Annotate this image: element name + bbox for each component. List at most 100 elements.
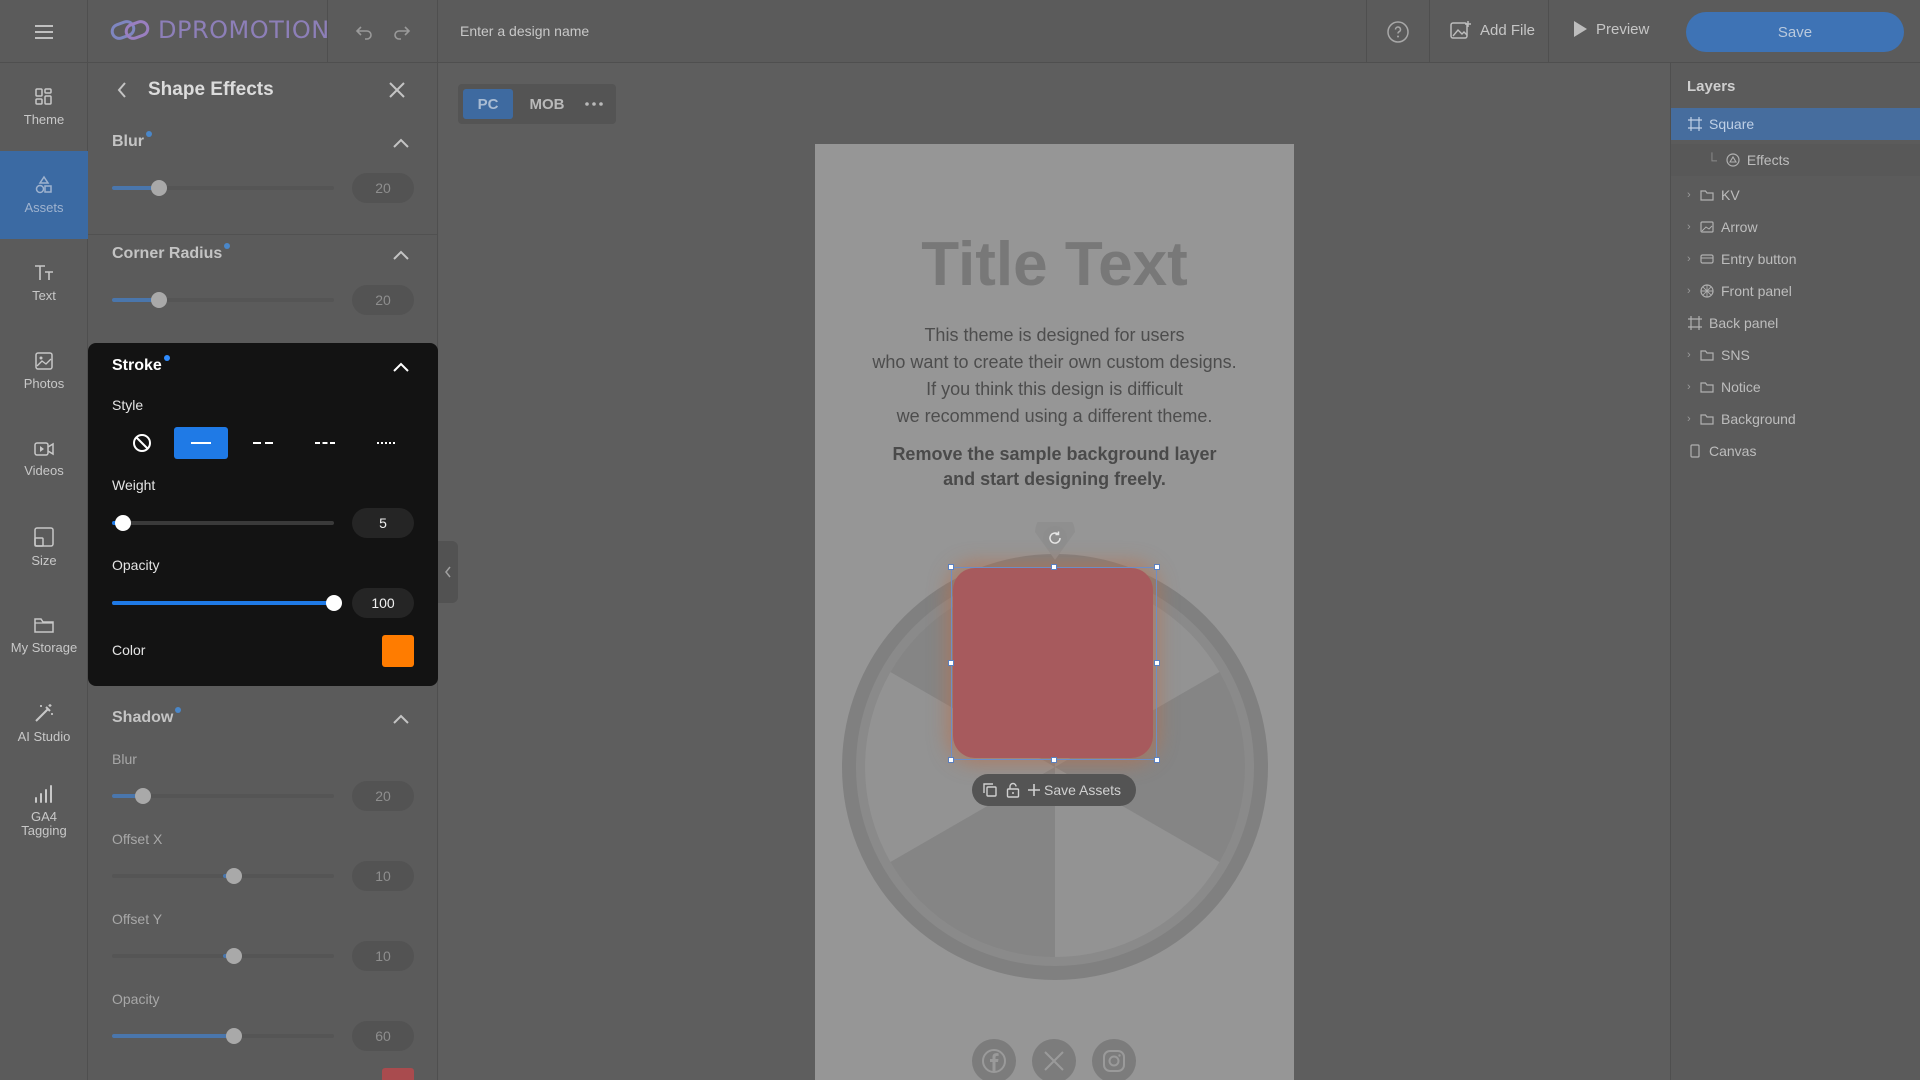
layer-sns[interactable]: › SNS — [1671, 339, 1920, 371]
nav-item-size[interactable]: Size — [0, 503, 88, 591]
chevron-up-icon[interactable] — [392, 361, 410, 373]
chevron-right-icon[interactable]: › — [1687, 413, 1699, 425]
shadow-opacity-slider[interactable] — [112, 1028, 334, 1044]
title-text[interactable]: Title Text — [815, 229, 1294, 300]
chevron-right-icon[interactable]: › — [1687, 285, 1699, 297]
layer-canvas[interactable]: Canvas — [1671, 435, 1920, 467]
chevron-right-icon[interactable]: › — [1687, 221, 1699, 233]
artboard[interactable]: Title Text This theme is designed for us… — [815, 144, 1294, 1080]
nav-item-my-storage[interactable]: My Storage — [0, 591, 88, 679]
nav-item-assets[interactable]: Assets — [0, 151, 88, 239]
chevron-up-icon[interactable] — [392, 713, 410, 725]
layer-kv[interactable]: › KV — [1671, 179, 1920, 211]
layer-arrow[interactable]: › Arrow — [1671, 211, 1920, 243]
device-mob-button[interactable]: MOB — [522, 89, 572, 119]
brand-logo[interactable]: DPROMOTION — [110, 16, 330, 44]
stroke-weight-slider[interactable] — [112, 515, 334, 531]
layer-entry-button[interactable]: › Entry button — [1671, 243, 1920, 275]
stroke-style-solid-button[interactable] — [174, 427, 228, 459]
duplicate-icon[interactable] — [982, 782, 998, 798]
resize-handle[interactable] — [1154, 660, 1160, 666]
shadow-color-swatch[interactable] — [382, 1068, 414, 1080]
hamburger-menu-button[interactable] — [0, 0, 88, 63]
shadow-opacity-value[interactable]: 60 — [352, 1021, 414, 1051]
layer-square[interactable]: Square — [1671, 108, 1920, 140]
slider-handle[interactable] — [226, 868, 243, 884]
shadow-section-title: Shadow — [112, 707, 182, 727]
shadow-offset-x-value[interactable]: 10 — [352, 861, 414, 891]
stroke-style-none-button[interactable] — [115, 427, 169, 459]
layer-back-panel[interactable]: Back panel — [1671, 307, 1920, 339]
resize-handle[interactable] — [1051, 757, 1057, 763]
nav-item-videos[interactable]: Videos — [0, 415, 88, 503]
resize-handle[interactable] — [948, 564, 954, 570]
stroke-color-swatch[interactable] — [382, 635, 414, 667]
layer-background[interactable]: › Background — [1671, 403, 1920, 435]
blur-value[interactable]: 20 — [352, 173, 414, 203]
layer-effects[interactable]: └ Effects — [1671, 144, 1920, 176]
unlock-icon[interactable] — [1006, 782, 1020, 798]
more-options-button[interactable] — [578, 89, 610, 119]
slider-handle[interactable] — [226, 948, 243, 964]
back-button[interactable] — [116, 81, 128, 104]
chevron-up-icon[interactable] — [392, 137, 410, 149]
shadow-offset-x-slider[interactable] — [112, 868, 334, 884]
nav-item-photos[interactable]: Photos — [0, 327, 88, 415]
stroke-style-dotted-button[interactable] — [360, 427, 414, 459]
nav-item-theme[interactable]: Theme — [0, 63, 88, 151]
resize-handle[interactable] — [1051, 564, 1057, 570]
shadow-blur-slider[interactable] — [112, 788, 334, 804]
shadow-offset-y-slider[interactable] — [112, 948, 334, 964]
stroke-opacity-slider[interactable] — [112, 595, 342, 611]
blur-slider[interactable] — [112, 180, 334, 196]
resize-handle[interactable] — [1154, 564, 1160, 570]
stroke-weight-value[interactable]: 5 — [352, 508, 414, 538]
device-pc-button[interactable]: PC — [463, 89, 513, 119]
add-file-button[interactable]: Add File — [1450, 20, 1535, 40]
close-button[interactable] — [388, 81, 406, 104]
corner-radius-value[interactable]: 20 — [352, 285, 414, 315]
shadow-offset-y-value[interactable]: 10 — [352, 941, 414, 971]
rotate-handle[interactable] — [1043, 526, 1067, 550]
slider-handle[interactable] — [135, 788, 152, 804]
nav-item-ai-studio[interactable]: AI Studio — [0, 679, 88, 767]
chevron-up-icon[interactable] — [392, 249, 410, 261]
slider-handle[interactable] — [150, 180, 167, 196]
corner-radius-slider[interactable] — [112, 292, 334, 308]
resize-handle[interactable] — [948, 757, 954, 763]
stroke-style-short-dash-button[interactable] — [298, 427, 352, 459]
stroke-opacity-label: Opacity — [112, 557, 160, 573]
collapse-panel-button[interactable] — [438, 541, 458, 603]
instagram-icon[interactable] — [1092, 1039, 1136, 1080]
nav-item-text[interactable]: Text — [0, 239, 88, 327]
instruction-text[interactable]: Remove the sample background layer and s… — [815, 442, 1294, 492]
layer-front-panel[interactable]: › Front panel — [1671, 275, 1920, 307]
stroke-opacity-value[interactable]: 100 — [352, 588, 414, 618]
stroke-style-dashed-button[interactable] — [236, 427, 290, 459]
slider-handle[interactable] — [150, 292, 167, 308]
selection-box[interactable] — [951, 567, 1157, 760]
save-button[interactable]: Save — [1686, 12, 1904, 52]
nav-item-ga4-tagging[interactable]: GA4 Tagging — [0, 767, 88, 855]
resize-handle[interactable] — [948, 660, 954, 666]
stroke-weight-label: Weight — [112, 477, 156, 493]
help-button[interactable] — [1386, 20, 1410, 44]
chevron-right-icon[interactable]: › — [1687, 381, 1699, 393]
chevron-right-icon[interactable]: › — [1687, 349, 1699, 361]
chevron-right-icon[interactable]: › — [1687, 253, 1699, 265]
redo-button[interactable] — [388, 18, 416, 46]
x-twitter-icon[interactable] — [1032, 1039, 1076, 1080]
slider-handle[interactable] — [326, 595, 342, 611]
layer-notice[interactable]: › Notice — [1671, 371, 1920, 403]
design-name-input[interactable] — [460, 16, 1060, 46]
body-text[interactable]: This theme is designed for users who wan… — [815, 322, 1294, 430]
chevron-right-icon[interactable]: › — [1687, 189, 1699, 201]
facebook-icon[interactable] — [972, 1039, 1016, 1080]
undo-button[interactable] — [350, 18, 378, 46]
shadow-blur-value[interactable]: 20 — [352, 781, 414, 811]
save-assets-button[interactable]: Save Assets — [1028, 782, 1121, 798]
preview-button[interactable]: Preview — [1572, 20, 1649, 38]
slider-handle[interactable] — [115, 515, 132, 531]
resize-handle[interactable] — [1154, 757, 1160, 763]
slider-handle[interactable] — [226, 1028, 243, 1044]
